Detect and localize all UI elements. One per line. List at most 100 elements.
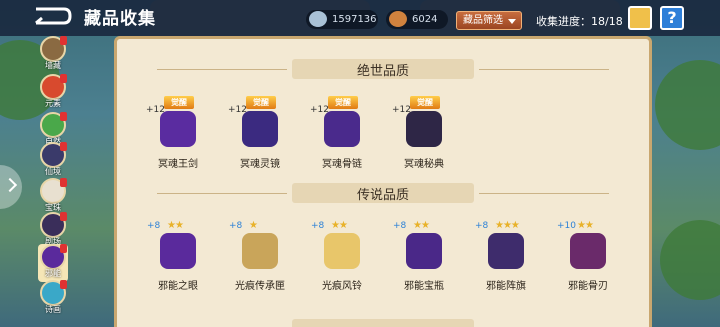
wind-chime-artifact-icon xyxy=(324,233,360,269)
currency-1-display: 1597136 xyxy=(306,10,378,29)
sidebar-item-6[interactable]: 邪能 xyxy=(38,244,68,282)
currency-2-display: 6024 xyxy=(386,10,448,29)
section-header-mythic: 绝世品质 xyxy=(117,59,649,79)
divider xyxy=(479,193,609,194)
currency-1-value: 1597136 xyxy=(332,14,377,25)
category-sidebar: 墙藏 元素 自然 仙境 宝珠 剧场 邪能 诗画 xyxy=(38,36,72,327)
collection-item[interactable]: 觉醒 +12 冥魂王剑 xyxy=(139,93,217,175)
awaken-badge: 觉醒 xyxy=(246,96,276,109)
enhance-level: +12 xyxy=(392,105,411,115)
item-name: 冥魂秘典 xyxy=(404,159,444,170)
sidebar-item-1[interactable]: 元素 xyxy=(38,74,68,112)
item-name: 光痕传承匣 xyxy=(235,281,285,292)
sidebar-item-label: 元素 xyxy=(45,99,61,108)
enhance-level: +8 xyxy=(311,221,325,231)
section-band xyxy=(292,319,474,327)
expand-left-arrow[interactable] xyxy=(0,165,22,209)
collection-filter-dropdown[interactable]: 藏品筛选 xyxy=(456,11,522,30)
collection-item[interactable]: +8 ★★ 邪能之眼 xyxy=(139,215,217,297)
item-name: 光痕风铃 xyxy=(322,281,362,292)
star-rating: ★★ xyxy=(413,220,430,231)
collection-item[interactable]: 觉醒 +12 冥魂灵镜 xyxy=(221,93,299,175)
help-icon: ? xyxy=(667,8,677,27)
item-name: 冥魂王剑 xyxy=(158,159,198,170)
item-name: 邪能之眼 xyxy=(158,281,198,292)
star-rating: ★★ xyxy=(167,220,184,231)
awaken-badge: 觉醒 xyxy=(328,96,358,109)
sidebar-item-label: 墙藏 xyxy=(45,61,61,70)
section-title: 传说品质 xyxy=(356,188,409,203)
eye-artifact-icon xyxy=(160,233,196,269)
enhance-level: +12 xyxy=(310,105,329,115)
sidebar-item-0[interactable]: 墙藏 xyxy=(38,36,68,74)
enhance-level: +8 xyxy=(147,221,161,231)
collection-item[interactable]: 觉醒 +12 冥魂骨链 xyxy=(303,93,381,175)
notification-badge xyxy=(60,212,67,221)
back-arrow-icon[interactable] xyxy=(30,5,74,27)
tome-artifact-icon xyxy=(406,111,442,147)
background-tree xyxy=(660,220,720,300)
notification-badge xyxy=(60,280,67,289)
vase-artifact-icon xyxy=(406,233,442,269)
divider xyxy=(479,69,609,70)
notification-badge xyxy=(60,36,67,45)
chest-currency-icon xyxy=(389,11,407,27)
item-name: 冥魂灵镜 xyxy=(240,159,280,170)
section-header-next xyxy=(117,319,649,327)
enhance-level: +8 xyxy=(475,221,489,231)
sidebar-item-4[interactable]: 宝珠 xyxy=(38,178,68,216)
notification-badge xyxy=(60,244,67,253)
reward-chest-icon[interactable] xyxy=(628,6,652,30)
collection-progress: 收集进度：18/18 xyxy=(536,15,623,28)
enhance-level: +12 xyxy=(228,105,247,115)
bone-chain-artifact-icon xyxy=(324,111,360,147)
sidebar-item-3[interactable]: 仙境 xyxy=(38,142,68,180)
collection-item[interactable]: +10 ★★ 邪能骨刃 xyxy=(549,215,627,297)
star-rating: ★ xyxy=(249,220,258,231)
collection-item[interactable]: +8 ★ 光痕传承匣 xyxy=(221,215,299,297)
page-title: 藏品收集 xyxy=(84,9,156,29)
top-bar: 藏品收集 1597136 6024 藏品筛选 收集进度：18/18 ? xyxy=(0,0,720,36)
item-name: 邪能骨刃 xyxy=(568,281,608,292)
collection-item[interactable]: +8 ★★ 邪能宝瓶 xyxy=(385,215,463,297)
sidebar-item-7[interactable]: 诗画 xyxy=(38,280,68,318)
notification-badge xyxy=(60,74,67,83)
currency-2-value: 6024 xyxy=(412,14,438,25)
star-rating: ★★ xyxy=(331,220,348,231)
star-rating: ★★ xyxy=(577,220,594,231)
divider xyxy=(157,69,287,70)
enhance-level: +10 xyxy=(557,221,576,231)
section-title: 绝世品质 xyxy=(356,64,409,79)
enhance-level: +8 xyxy=(393,221,407,231)
awaken-badge: 觉醒 xyxy=(164,96,194,109)
collection-item[interactable]: +8 ★★★ 邪能阵旗 xyxy=(467,215,545,297)
chevron-down-icon xyxy=(508,19,516,24)
notification-badge xyxy=(60,178,67,187)
star-rating: ★★★ xyxy=(495,220,520,231)
notification-badge xyxy=(60,142,67,151)
chest-artifact-icon xyxy=(242,233,278,269)
enhance-level: +8 xyxy=(229,221,243,231)
enhance-level: +12 xyxy=(146,105,165,115)
collection-item[interactable]: 觉醒 +12 冥魂秘典 xyxy=(385,93,463,175)
item-name: 邪能阵旗 xyxy=(486,281,526,292)
gem-pile-icon xyxy=(309,11,327,27)
sidebar-item-label: 邪能 xyxy=(45,269,61,278)
divider xyxy=(157,193,287,194)
item-name: 冥魂骨链 xyxy=(322,159,362,170)
awaken-badge: 觉醒 xyxy=(410,96,440,109)
mirror-artifact-icon xyxy=(242,111,278,147)
section-header-legendary: 传说品质 xyxy=(117,183,649,203)
notification-badge xyxy=(60,112,67,121)
sword-artifact-icon xyxy=(160,111,196,147)
bone-blade-artifact-icon xyxy=(570,233,606,269)
background-tree xyxy=(655,60,720,150)
collection-item[interactable]: +8 ★★ 光痕风铃 xyxy=(303,215,381,297)
item-name: 邪能宝瓶 xyxy=(404,281,444,292)
help-button[interactable]: ? xyxy=(660,6,684,30)
sidebar-item-label: 诗画 xyxy=(45,305,61,314)
filter-label: 藏品筛选 xyxy=(463,15,503,26)
sidebar-item-label: 仙境 xyxy=(45,167,61,176)
collection-panel: 绝世品质 觉醒 +12 冥魂王剑 觉醒 +12 冥魂灵镜 觉醒 +12 冥魂骨链… xyxy=(114,36,652,327)
banner-artifact-icon xyxy=(488,233,524,269)
